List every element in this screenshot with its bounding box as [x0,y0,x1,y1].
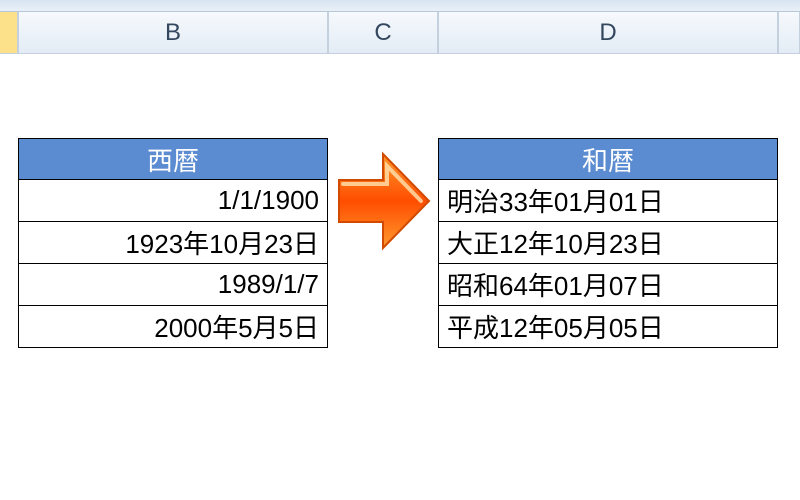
col-header-C[interactable]: C [328,12,438,54]
cell-E7[interactable] [778,306,800,348]
cell-D1[interactable] [438,54,778,96]
japanese-header[interactable]: 和暦 [438,138,778,180]
cell-E8[interactable] [778,348,800,390]
cell-D8[interactable] [438,348,778,390]
western-row-0[interactable]: 1/1/1900 [18,180,328,222]
cell-B9[interactable] [18,390,328,432]
western-row-3[interactable]: 2000年5月5日 [18,306,328,348]
rowhead-3[interactable] [0,138,18,180]
cell-E2[interactable] [778,96,800,138]
cell-D10[interactable] [438,432,778,474]
japanese-row-3[interactable]: 平成12年05月05日 [438,306,778,348]
rowhead-2[interactable] [0,96,18,138]
header-stub[interactable] [0,12,18,54]
col-header-next[interactable] [778,12,800,54]
ribbon-strip [0,0,800,12]
cell-B8[interactable] [18,348,328,390]
col-header-D[interactable]: D [438,12,778,54]
cell-C9[interactable] [328,390,438,432]
spreadsheet-frame: B C D 西暦 [0,0,800,500]
conversion-arrow-cell[interactable] [328,138,438,264]
rowhead-7[interactable] [0,306,18,348]
japanese-row-1[interactable]: 大正12年10月23日 [438,222,778,264]
cell-C2[interactable] [328,96,438,138]
right-arrow-icon [333,146,433,256]
cell-B1[interactable] [18,54,328,96]
rowhead-1[interactable] [0,54,18,96]
rowhead-5[interactable] [0,222,18,264]
cell-D2[interactable] [438,96,778,138]
cell-E5[interactable] [778,222,800,264]
rowhead-6[interactable] [0,264,18,306]
cell-E3[interactable] [778,138,800,180]
cell-B10[interactable] [18,432,328,474]
western-row-1[interactable]: 1923年10月23日 [18,222,328,264]
cell-C6[interactable] [328,264,438,306]
cell-E10[interactable] [778,432,800,474]
col-header-B[interactable]: B [18,12,328,54]
cell-B2[interactable] [18,96,328,138]
rowhead-10[interactable] [0,432,18,474]
rowhead-8[interactable] [0,348,18,390]
rowhead-4[interactable] [0,180,18,222]
rowhead-9[interactable] [0,390,18,432]
cell-C1[interactable] [328,54,438,96]
cell-E1[interactable] [778,54,800,96]
cell-D9[interactable] [438,390,778,432]
japanese-row-2[interactable]: 昭和64年01月07日 [438,264,778,306]
cell-E6[interactable] [778,264,800,306]
cell-grid[interactable]: B C D 西暦 [0,12,800,474]
cell-C10[interactable] [328,432,438,474]
japanese-row-0[interactable]: 明治33年01月01日 [438,180,778,222]
cell-C8[interactable] [328,348,438,390]
western-header[interactable]: 西暦 [18,138,328,180]
western-row-2[interactable]: 1989/1/7 [18,264,328,306]
cell-E4[interactable] [778,180,800,222]
cell-E9[interactable] [778,390,800,432]
cell-C7[interactable] [328,306,438,348]
